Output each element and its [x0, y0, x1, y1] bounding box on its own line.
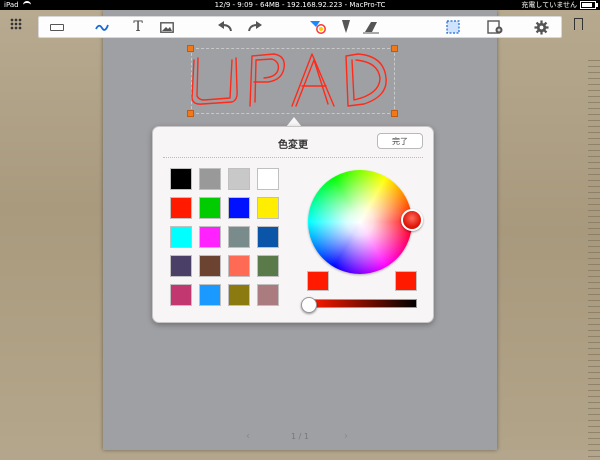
- done-button[interactable]: 完了: [377, 133, 423, 149]
- status-right: 充電していません: [521, 0, 598, 10]
- color-swatch[interactable]: [170, 168, 192, 190]
- color-wheel-knob[interactable]: [401, 209, 423, 231]
- marker-button[interactable]: [339, 20, 353, 34]
- battery-icon: [580, 1, 598, 9]
- color-swatch[interactable]: [257, 197, 279, 219]
- color-swatch[interactable]: [170, 226, 192, 248]
- text-icon: T: [133, 19, 143, 35]
- desk-background-left: [0, 10, 103, 450]
- color-swatch[interactable]: [199, 284, 221, 306]
- undo-button[interactable]: [217, 20, 233, 34]
- color-swatch[interactable]: [170, 197, 192, 219]
- status-bar: iPad 12/9 - 9:09 - 64MB - 192.168.92.223…: [0, 0, 600, 10]
- color-button[interactable]: [309, 20, 327, 34]
- toolbar: T: [38, 16, 562, 38]
- select-button[interactable]: [445, 20, 461, 34]
- page-grid-icon[interactable]: [10, 18, 22, 30]
- text-button[interactable]: T: [131, 20, 145, 34]
- color-swatch[interactable]: [170, 255, 192, 277]
- desk-background-right: [497, 10, 600, 460]
- color-swatch[interactable]: [228, 168, 250, 190]
- color-icon: [310, 21, 326, 34]
- image-button[interactable]: [159, 20, 175, 34]
- next-page-icon[interactable]: ›: [344, 431, 348, 442]
- settings-button[interactable]: [533, 19, 549, 35]
- marker-icon: [342, 20, 350, 33]
- keyboard-icon: [50, 23, 64, 31]
- redo-icon: [248, 21, 262, 32]
- status-info: 12/9 - 9:09 - 64MB - 192.168.92.223 - Ma…: [214, 1, 386, 9]
- handwritten-upad: [191, 53, 387, 107]
- brightness-slider[interactable]: [309, 299, 417, 308]
- color-swatch[interactable]: [257, 255, 279, 277]
- color-swatch[interactable]: [170, 284, 192, 306]
- color-swatch[interactable]: [228, 197, 250, 219]
- color-swatch[interactable]: [199, 168, 221, 190]
- insert-page-icon: [487, 20, 503, 34]
- page-indicator: 1 / 1: [291, 432, 309, 441]
- color-wheel[interactable]: [308, 170, 412, 274]
- keyboard-button[interactable]: [49, 20, 65, 34]
- ruler: [588, 60, 600, 460]
- color-swatch[interactable]: [228, 255, 250, 277]
- undo-icon: [218, 21, 232, 32]
- current-color-preview: [307, 271, 329, 291]
- charging-status: 充電していません: [521, 1, 577, 9]
- popover-divider: [163, 157, 423, 158]
- redo-button[interactable]: [247, 20, 263, 34]
- insert-page-button[interactable]: [487, 20, 503, 34]
- previous-color-preview: [395, 271, 417, 291]
- pen-button[interactable]: [95, 20, 111, 34]
- eraser-button[interactable]: [363, 20, 379, 34]
- bookmark-icon[interactable]: [574, 18, 583, 31]
- select-icon: [446, 20, 460, 34]
- color-swatch[interactable]: [228, 284, 250, 306]
- color-change-popover: 色変更 完了: [152, 126, 434, 323]
- color-swatch[interactable]: [257, 284, 279, 306]
- eraser-icon: [363, 22, 379, 34]
- color-swatch[interactable]: [257, 168, 279, 190]
- color-swatch[interactable]: [257, 226, 279, 248]
- brightness-slider-knob[interactable]: [301, 297, 317, 313]
- settings-icon: [533, 19, 549, 35]
- color-swatch[interactable]: [199, 226, 221, 248]
- image-icon: [160, 21, 174, 33]
- color-swatch[interactable]: [228, 226, 250, 248]
- color-swatch[interactable]: [199, 255, 221, 277]
- pen-icon: [95, 24, 109, 31]
- color-swatch[interactable]: [199, 197, 221, 219]
